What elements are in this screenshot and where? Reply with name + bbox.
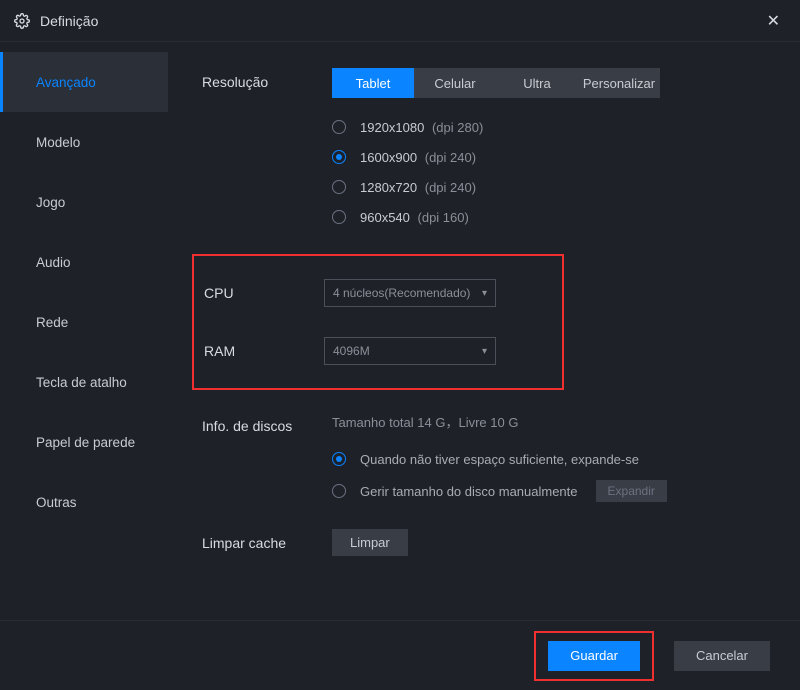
sidebar-item-label: Jogo	[36, 195, 65, 210]
radio-icon	[332, 120, 346, 134]
resolution-option-label: 960x540 (dpi 160)	[360, 210, 469, 225]
tab-personalizar[interactable]: Personalizar	[578, 68, 660, 98]
sidebar-item-label: Modelo	[36, 135, 80, 150]
disk-label: Info. de discos	[202, 412, 332, 434]
tab-celular[interactable]: Celular	[414, 68, 496, 98]
ram-select[interactable]: 4096M ▾	[324, 337, 496, 365]
cpu-select-value: 4 núcleos(Recomendado)	[333, 286, 470, 300]
resolution-option-label: 1920x1080 (dpi 280)	[360, 120, 483, 135]
cache-label: Limpar cache	[202, 529, 332, 551]
chevron-down-icon: ▾	[482, 288, 487, 299]
disk-summary: Tamanho total 14 G，Livre 10 G	[332, 412, 776, 431]
disk-option-manual[interactable]: Gerir tamanho do disco manualmente Expan…	[332, 475, 776, 507]
clear-cache-button[interactable]: Limpar	[332, 529, 408, 556]
sidebar-item-wallpaper[interactable]: Papel de parede	[0, 412, 168, 472]
tab-ultra[interactable]: Ultra	[496, 68, 578, 98]
disk-option-label: Quando não tiver espaço suficiente, expa…	[360, 452, 639, 467]
sidebar-item-label: Papel de parede	[36, 435, 135, 450]
tab-tablet[interactable]: Tablet	[332, 68, 414, 98]
sidebar-item-label: Audio	[36, 255, 71, 270]
sidebar-item-label: Rede	[36, 315, 68, 330]
sidebar-item-advanced[interactable]: Avançado	[0, 52, 168, 112]
radio-icon	[332, 180, 346, 194]
resolution-label: Resolução	[202, 68, 332, 90]
sidebar-item-label: Tecla de atalho	[36, 375, 127, 390]
sidebar-item-other[interactable]: Outras	[0, 472, 168, 532]
gear-icon	[14, 13, 30, 29]
cpu-select[interactable]: 4 núcleos(Recomendado) ▾	[324, 279, 496, 307]
close-icon[interactable]: ✕	[761, 7, 786, 35]
resolution-option[interactable]: 1280x720 (dpi 240)	[332, 172, 776, 202]
sidebar-item-model[interactable]: Modelo	[0, 112, 168, 172]
save-highlight: Guardar	[534, 631, 654, 681]
radio-icon	[332, 484, 346, 498]
radio-icon	[332, 150, 346, 164]
expand-button[interactable]: Expandir	[596, 480, 667, 502]
resolution-tabs: Tablet Celular Ultra Personalizar	[332, 68, 776, 98]
sidebar-item-label: Outras	[36, 495, 77, 510]
footer: Guardar Cancelar	[0, 620, 800, 690]
ram-label: RAM	[204, 343, 324, 359]
radio-icon	[332, 210, 346, 224]
ram-select-value: 4096M	[333, 344, 370, 358]
window-title: Definição	[40, 13, 761, 29]
resolution-option[interactable]: 1600x900 (dpi 240)	[332, 142, 776, 172]
disk-option-label: Gerir tamanho do disco manualmente	[360, 484, 578, 499]
sidebar-item-hotkey[interactable]: Tecla de atalho	[0, 352, 168, 412]
disk-option-autoexpand[interactable]: Quando não tiver espaço suficiente, expa…	[332, 443, 776, 475]
chevron-down-icon: ▾	[482, 346, 487, 357]
sidebar-item-game[interactable]: Jogo	[0, 172, 168, 232]
sidebar: Avançado Modelo Jogo Audio Rede Tecla de…	[0, 42, 168, 620]
sidebar-item-audio[interactable]: Audio	[0, 232, 168, 292]
resolution-option-label: 1600x900 (dpi 240)	[360, 150, 476, 165]
cpu-label: CPU	[204, 285, 324, 301]
save-button[interactable]: Guardar	[548, 641, 640, 671]
resolution-option-label: 1280x720 (dpi 240)	[360, 180, 476, 195]
sidebar-item-network[interactable]: Rede	[0, 292, 168, 352]
resolution-option[interactable]: 1920x1080 (dpi 280)	[332, 112, 776, 142]
radio-icon	[332, 452, 346, 466]
cpu-ram-highlight: CPU 4 núcleos(Recomendado) ▾ RAM 4096M ▾	[192, 254, 564, 390]
cancel-button[interactable]: Cancelar	[674, 641, 770, 671]
resolution-option[interactable]: 960x540 (dpi 160)	[332, 202, 776, 232]
sidebar-item-label: Avançado	[36, 75, 96, 90]
